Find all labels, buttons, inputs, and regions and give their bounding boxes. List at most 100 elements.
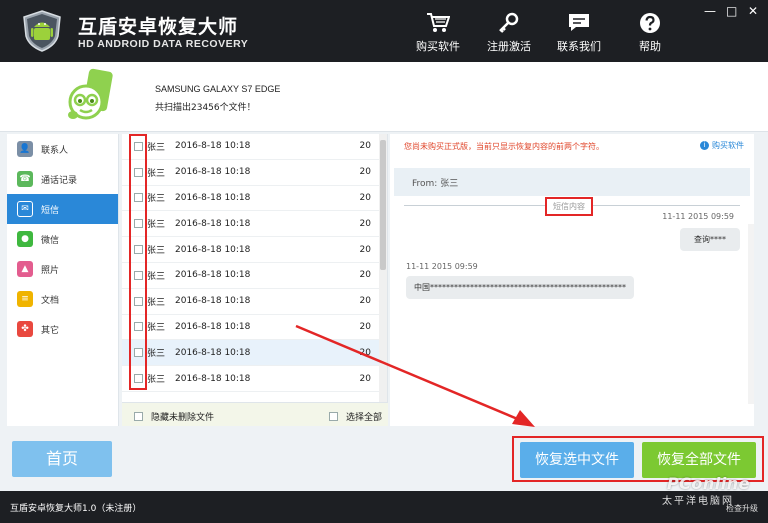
message-date: 2016-8-18 10:18 (175, 373, 251, 384)
contact-name: 张三 (147, 349, 166, 360)
contact-name: 张三 (147, 220, 166, 231)
help-icon (640, 13, 660, 33)
version-text: 互盾安卓恢复大师1.0（未注册） (10, 504, 142, 514)
pconline-watermark: PConline (666, 474, 750, 493)
list-item[interactable]: 张三 2016-8-18 10:18 20 (122, 134, 387, 160)
message-timestamp: 11-11 2015 09:59 (406, 262, 478, 271)
android-shield-logo (23, 10, 61, 52)
contact-name: 张三 (147, 194, 166, 205)
section-label: 短信内容 (545, 197, 593, 216)
message-date: 2016-8-18 10:18 (175, 218, 251, 229)
detail-scrollbar[interactable] (748, 224, 754, 404)
document-icon: ≡ (17, 291, 33, 307)
select-all-checkbox[interactable] (328, 412, 338, 421)
help-label: 帮助 (639, 40, 661, 53)
sidebar-item-wechat[interactable]: ● 微信 (7, 224, 118, 254)
photo-icon: ▲ (17, 261, 33, 277)
chat-icon (569, 14, 589, 31)
contact-name: 张三 (147, 323, 166, 334)
device-name: SAMSUNG GALAXY S7 EDGE (155, 84, 281, 94)
sidebar-item-contacts[interactable]: 👤 联系人 (7, 134, 118, 164)
phone-mascot-icon (68, 68, 113, 120)
select-all-label: 选择全部 (345, 413, 382, 423)
buy-software-label: 购买软件 (416, 40, 460, 53)
sidebar-item-sms[interactable]: ✉ 短信 (7, 194, 118, 224)
message-bubble-received: 中国**************************************… (406, 276, 634, 299)
list-item[interactable]: 张三 2016-8-18 10:18 20 (122, 263, 387, 289)
list-item[interactable]: 张三 2016-8-18 10:18 20 (122, 211, 387, 238)
contact-name: 张三 (147, 375, 166, 386)
sidebar-item-label: 文档 (41, 295, 60, 306)
register-activate-label: 注册激活 (487, 40, 531, 53)
contact-name: 张三 (147, 246, 166, 257)
message-date: 2016-8-18 10:18 (175, 167, 251, 178)
message-date: 2016-8-18 10:18 (175, 296, 251, 307)
app-subtitle: HD ANDROID DATA RECOVERY (78, 38, 249, 50)
list-item[interactable]: 张三 2016-8-18 10:18 20 (122, 366, 387, 392)
contacts-icon: 👤 (17, 141, 33, 157)
message-count: 20 (359, 167, 371, 178)
hide-undeleted-toggle[interactable]: 隐藏未删除文件 (134, 410, 214, 423)
register-activate-button[interactable]: 注册激活 (479, 12, 539, 54)
message-list: 张三 2016-8-18 10:18 20 张三 2016-8-18 10:18 20 … (122, 134, 388, 426)
list-item[interactable]: 张三 2016-8-18 10:18 20 (122, 315, 387, 341)
category-sidebar: 👤 联系人 ☎ 通话记录 ✉ 短信 ● 微信 ▲ 照片 ≡ 文档 ✤ 其它 (7, 134, 119, 426)
sidebar-item-other[interactable]: ✤ 其它 (7, 314, 118, 344)
sidebar-item-label: 通话记录 (41, 175, 78, 186)
contact-us-button[interactable]: 联系我们 (549, 12, 609, 54)
select-all-toggle[interactable]: 选择全部 (328, 410, 382, 423)
status-bar: 互盾安卓恢复大师1.0（未注册） 检查升级 (0, 491, 768, 523)
sidebar-item-label: 其它 (41, 325, 60, 336)
list-item[interactable]: 张三 2016-8-18 10:18 20 (122, 237, 387, 263)
message-count: 20 (359, 296, 371, 307)
message-count: 20 (359, 321, 371, 332)
phone-icon: ☎ (17, 171, 33, 187)
sidebar-item-label: 微信 (41, 235, 60, 246)
message-count: 20 (359, 270, 371, 281)
home-button[interactable]: 首页 (12, 441, 112, 477)
close-button[interactable]: ✕ (748, 4, 758, 18)
help-button[interactable]: 帮助 (620, 12, 680, 54)
minimize-button[interactable]: — (704, 4, 716, 18)
scrollbar-thumb[interactable] (380, 140, 386, 270)
contact-name: 张三 (147, 168, 166, 179)
sidebar-item-label: 照片 (41, 265, 60, 276)
message-count: 20 (359, 192, 371, 203)
scan-count: 共扫描出23456个文件！ (155, 103, 256, 113)
list-footer: 隐藏未删除文件 选择全部 (122, 402, 388, 426)
sidebar-item-documents[interactable]: ≡ 文档 (7, 284, 118, 314)
message-date: 2016-8-18 10:18 (175, 192, 251, 203)
message-date: 2016-8-18 10:18 (175, 141, 251, 152)
message-count: 20 (359, 347, 371, 358)
buy-software-link[interactable]: i 购买软件 (700, 140, 744, 151)
info-icon: i (700, 141, 709, 150)
contact-name: 张三 (147, 142, 166, 153)
message-timestamp: 11-11 2015 09:59 (662, 212, 734, 221)
pconline-watermark-cn: 太平洋电脑网 (662, 496, 734, 507)
maximize-button[interactable]: □ (726, 4, 737, 18)
list-scrollbar[interactable] (379, 134, 387, 402)
list-item[interactable]: 张三 2016-8-18 10:18 20 (122, 289, 387, 315)
message-count: 20 (359, 218, 371, 229)
app-window: 互盾安卓恢复大师 HD ANDROID DATA RECOVERY 购买软件 注… (0, 0, 768, 523)
message-detail-pane: 您尚未购买正式版，当前只显示恢复内容的前两个字符。 i 购买软件 From: 张… (390, 134, 754, 426)
buy-software-button[interactable]: 购买软件 (408, 12, 468, 54)
sidebar-item-label: 联系人 (41, 145, 69, 156)
sidebar-item-call-log[interactable]: ☎ 通话记录 (7, 164, 118, 194)
cart-icon (427, 13, 450, 32)
message-bubble-sent: 查询**** (680, 228, 740, 251)
sender-header: From: 张三 (394, 168, 750, 196)
hide-undeleted-checkbox[interactable] (134, 412, 143, 421)
message-count: 20 (359, 373, 371, 384)
message-count: 20 (359, 244, 371, 255)
sidebar-item-photos[interactable]: ▲ 照片 (7, 254, 118, 284)
list-item[interactable]: 张三 2016-8-18 10:18 20 (122, 160, 387, 186)
list-item[interactable]: 张三 2016-8-18 10:18 20 (122, 340, 387, 367)
message-date: 2016-8-18 10:18 (175, 321, 251, 332)
message-count: 20 (359, 141, 371, 152)
message-date: 2016-8-18 10:18 (175, 244, 251, 255)
sidebar-item-label: 短信 (41, 205, 60, 216)
hide-undeleted-label: 隐藏未删除文件 (151, 413, 215, 423)
other-icon: ✤ (17, 321, 33, 337)
list-item[interactable]: 张三 2016-8-18 10:18 20 (122, 186, 387, 212)
